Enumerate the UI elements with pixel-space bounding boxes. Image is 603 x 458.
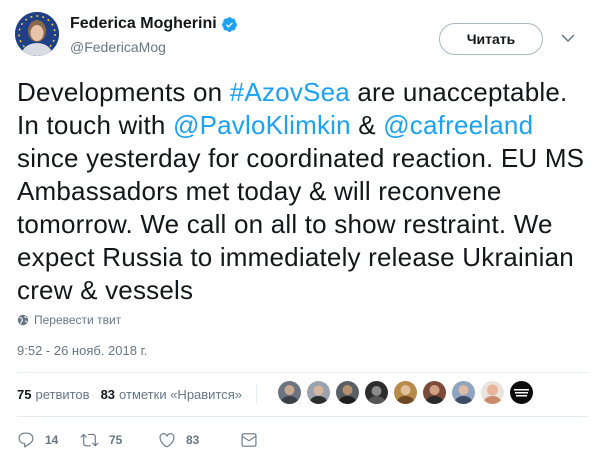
avatar-photo — [15, 12, 59, 56]
translate-label: Перевести твит — [34, 313, 122, 327]
author-handle[interactable]: @FedericaMog — [70, 37, 238, 57]
hashtag-link[interactable]: #AzovSea — [230, 77, 350, 107]
like-count: 83 — [186, 433, 200, 447]
author-block[interactable]: Federica Mogherini @FedericaMog — [70, 13, 238, 57]
tweet-text-segment: & — [350, 110, 384, 140]
globe-icon — [17, 314, 29, 326]
tweet-text: Developments on #AzovSea are unacceptabl… — [17, 76, 592, 307]
author-name[interactable]: Federica Mogherini — [70, 13, 217, 35]
liker-avatar[interactable] — [278, 381, 301, 404]
retweets-stat-count: 75 — [17, 386, 32, 402]
liker-avatar[interactable] — [510, 381, 533, 404]
reply-action[interactable]: 14 — [17, 431, 80, 449]
retweet-icon — [80, 433, 99, 447]
mention-link[interactable]: @cafreeland — [383, 110, 533, 140]
retweets-stat[interactable]: 75 ретвитов — [17, 387, 90, 402]
verified-badge-icon — [221, 16, 237, 32]
retweet-action[interactable]: 75 — [80, 431, 158, 449]
heart-icon — [159, 433, 175, 448]
tweet-timestamp[interactable]: 9:52 - 26 нояб. 2018 г. — [17, 342, 147, 360]
liker-avatar[interactable] — [423, 381, 446, 404]
like-action[interactable]: 83 — [158, 431, 240, 449]
stats-separator — [256, 384, 258, 404]
liker-avatar[interactable] — [307, 381, 330, 404]
likes-stat[interactable]: 83 отметки «Нравится» — [101, 387, 242, 402]
tweet-text-segment: since yesterday for coordinated reaction… — [17, 143, 585, 305]
liker-avatar[interactable] — [394, 381, 417, 404]
likers-avatars — [278, 381, 539, 404]
liker-avatar[interactable] — [336, 381, 359, 404]
tweet-actions: 14 75 83 — [17, 430, 268, 450]
translate-tweet-link[interactable]: Перевести твит — [17, 312, 121, 328]
chevron-down-icon[interactable] — [561, 31, 575, 45]
divider-top — [17, 372, 589, 373]
liker-avatar[interactable] — [452, 381, 475, 404]
retweet-count: 75 — [109, 433, 123, 447]
author-name-row: Federica Mogherini — [70, 13, 238, 35]
envelope-icon — [241, 433, 257, 447]
tweet-text-segment: Developments on — [17, 77, 230, 107]
follow-button[interactable]: Читать — [439, 23, 543, 55]
liker-avatar[interactable] — [365, 381, 388, 404]
retweets-stat-label: ретвитов — [35, 386, 90, 402]
likes-stat-count: 83 — [100, 386, 116, 402]
mention-link[interactable]: @PavloKlimkin — [173, 110, 351, 140]
author-avatar[interactable] — [15, 12, 59, 56]
reply-count: 14 — [45, 433, 59, 447]
tweet-stats: 75 ретвитов 83 отметки «Нравится» — [17, 377, 271, 411]
direct-message-action[interactable] — [240, 431, 268, 449]
tweet-card: Federica Mogherini @FedericaMog Читать D… — [0, 0, 603, 458]
reply-icon — [18, 432, 34, 448]
liker-avatar[interactable] — [481, 381, 504, 404]
likes-stat-label: отметки «Нравится» — [119, 386, 243, 402]
divider-bottom — [17, 416, 589, 417]
